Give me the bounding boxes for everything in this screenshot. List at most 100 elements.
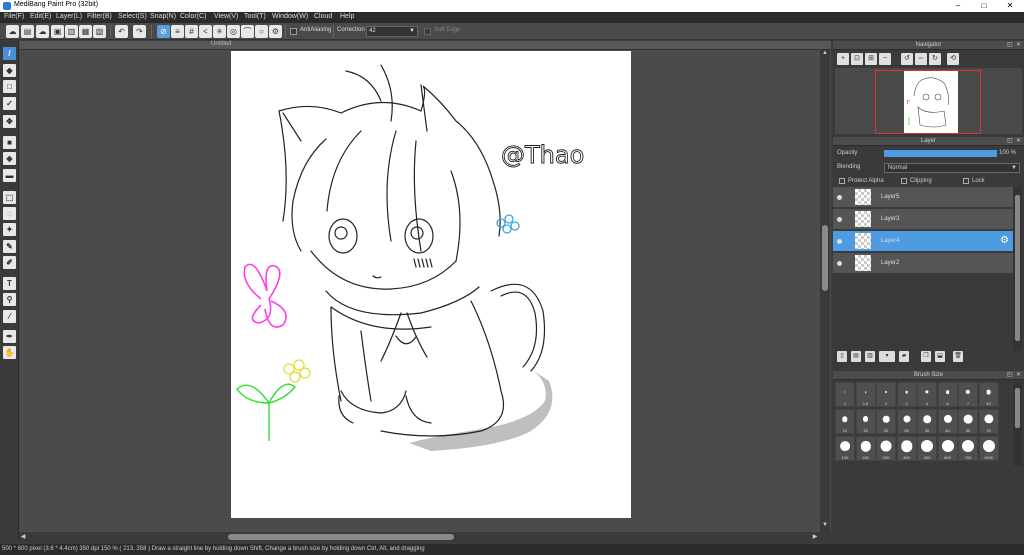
brush-size-cell[interactable]: 40 [937, 409, 958, 434]
save-icon[interactable]: ▣ [51, 25, 64, 38]
menu-file[interactable]: File(F) [4, 13, 24, 20]
menu-tool[interactable]: Tool(T) [244, 13, 266, 20]
reset-view-icon[interactable]: ⟲ [947, 53, 959, 65]
flip-icon[interactable]: ⇔ [915, 53, 927, 65]
menu-window[interactable]: Window(W) [272, 13, 308, 20]
magic-wand-tool-icon[interactable]: ✦ [3, 223, 16, 236]
vertical-scroll-thumb[interactable] [822, 225, 828, 292]
grid-snap-icon[interactable]: # [185, 25, 198, 38]
canvas-area[interactable]: Untitled @Thao ▲ ▼ ◀ ▶ [19, 41, 831, 542]
duplicate-layer-icon[interactable]: ❐ [921, 351, 931, 362]
scroll-up-icon[interactable]: ▲ [821, 50, 829, 58]
layout-icon[interactable]: ▧ [93, 25, 106, 38]
menu-help[interactable]: Help [340, 13, 354, 20]
brush-size-cell[interactable]: 400 [917, 436, 937, 461]
brush-size-cell[interactable]: 3 [896, 382, 917, 407]
brush-size-cell[interactable]: 600 [937, 436, 958, 461]
brush-size-cell[interactable]: 7 [958, 382, 978, 407]
visibility-icon[interactable] [837, 195, 842, 200]
select-pen-tool-icon[interactable]: ✎ [3, 240, 16, 253]
layer-scrollbar[interactable] [1013, 187, 1022, 351]
new-8bit-layer-icon[interactable]: ▥ [865, 351, 875, 362]
divide-tool-icon[interactable]: ⚲ [3, 293, 16, 306]
menu-cloud[interactable]: Cloud [314, 13, 332, 20]
zoom-in-icon[interactable]: + [837, 53, 849, 65]
select-eraser-tool-icon[interactable]: ✐ [3, 256, 16, 269]
scroll-right-icon[interactable]: ▶ [811, 533, 819, 541]
brush-size-cell[interactable]: 300 [896, 436, 917, 461]
menu-snap[interactable]: Snap(N) [150, 13, 176, 20]
float-icon[interactable]: ◰ [1007, 371, 1013, 380]
layer-row-selected[interactable]: Layer4 ⚙ [833, 231, 1013, 252]
layer-row[interactable]: Layer2 [833, 253, 1013, 274]
document-tab[interactable]: Untitled [19, 41, 831, 50]
blending-select[interactable]: Normal ▼ [884, 163, 1020, 173]
zoom-out-icon[interactable]: − [879, 53, 891, 65]
brush-size-cell[interactable]: 12 [835, 409, 855, 434]
menu-view[interactable]: View(V) [214, 13, 238, 20]
merge-down-icon[interactable]: ⬓ [935, 351, 945, 362]
brush-size-cell[interactable]: 30 [917, 409, 937, 434]
brush-size-cell[interactable]: 4 [917, 382, 937, 407]
maximize-button[interactable]: □ [974, 0, 994, 12]
brush-size-cell[interactable]: 1.5 [855, 382, 876, 407]
menu-color[interactable]: Color(C) [180, 13, 206, 20]
fit-icon[interactable]: ⊡ [851, 53, 863, 65]
new-layer-icon[interactable]: ▯ [837, 351, 847, 362]
visibility-icon[interactable] [837, 239, 842, 244]
grid-icon[interactable]: ▦ [79, 25, 92, 38]
brush-tool-icon[interactable]: / [3, 47, 16, 60]
close-button[interactable]: ✕ [1000, 0, 1020, 12]
brush-size-cell[interactable]: 1 [835, 382, 855, 407]
undo-icon[interactable]: ↶ [115, 25, 128, 38]
brush-size-cell[interactable]: 70 [978, 409, 999, 434]
float-icon[interactable]: ◰ [1007, 41, 1013, 50]
brush-size-cell[interactable]: 1000 [978, 436, 999, 461]
layer-scroll-thumb[interactable] [1015, 195, 1020, 341]
menu-layer[interactable]: Layer(L) [56, 13, 82, 20]
circle-snap-icon[interactable]: ○ [255, 25, 268, 38]
menu-select[interactable]: Select(S) [118, 13, 147, 20]
drawing-canvas[interactable]: @Thao [231, 51, 631, 518]
brush-size-cell[interactable]: 100 [835, 436, 855, 461]
visibility-icon[interactable] [837, 217, 842, 222]
horizontal-scroll-thumb[interactable] [227, 534, 454, 540]
concentric-snap-icon[interactable]: ◎ [227, 25, 240, 38]
opacity-slider[interactable] [884, 150, 997, 157]
menu-filter[interactable]: Filter(B) [87, 13, 112, 20]
export-icon[interactable]: ▥ [65, 25, 78, 38]
close-panel-icon[interactable]: ✕ [1016, 137, 1021, 146]
brush-size-cell[interactable]: 50 [958, 409, 978, 434]
brush-size-cell[interactable]: 700 [958, 436, 978, 461]
rotate-left-icon[interactable]: ↺ [901, 53, 913, 65]
horizontal-scrollbar[interactable]: ◀ ▶ [19, 532, 830, 542]
folder-icon[interactable]: ▰ [899, 351, 909, 362]
gear-icon[interactable]: ⚙ [1000, 236, 1009, 246]
rectangle-tool-icon[interactable]: □ [3, 80, 16, 93]
layer-row[interactable]: Layer3 [833, 209, 1013, 230]
brush-size-cell[interactable]: 10 [978, 382, 999, 407]
new-file-icon[interactable]: ☁ [6, 25, 19, 38]
radial-snap-icon[interactable]: < [199, 25, 212, 38]
brush-size-cell[interactable]: 150 [855, 436, 876, 461]
brush-size-cell[interactable]: 200 [876, 436, 896, 461]
brush-size-cell[interactable]: 25 [896, 409, 917, 434]
lock-checkbox[interactable] [963, 178, 969, 184]
brush-size-cell[interactable]: 20 [876, 409, 896, 434]
snap-off-icon[interactable]: ⊘ [157, 25, 170, 38]
settings-snap-icon[interactable]: ⚙ [269, 25, 282, 38]
brush-scroll-thumb[interactable] [1015, 388, 1020, 428]
bucket-tool-icon[interactable]: ◈ [3, 152, 16, 165]
gradient-tool-icon[interactable]: ▬ [3, 169, 16, 182]
redo-icon[interactable]: ↷ [133, 25, 146, 38]
new-halftone-layer-icon[interactable]: ▤ [851, 351, 861, 362]
fill-rect-tool-icon[interactable]: ■ [3, 136, 16, 149]
soft-edge-checkbox[interactable] [424, 28, 431, 35]
dot-tool-icon[interactable]: ✓ [3, 97, 16, 110]
parallel-snap-icon[interactable]: ≡ [171, 25, 184, 38]
correction-select[interactable]: 42 ▼ [366, 26, 418, 37]
brush-size-cell[interactable]: 5 [937, 382, 958, 407]
actual-size-icon[interactable]: ⊞ [865, 53, 877, 65]
layer-row[interactable]: Layer5 [833, 187, 1013, 208]
protect-alpha-checkbox[interactable] [839, 178, 845, 184]
